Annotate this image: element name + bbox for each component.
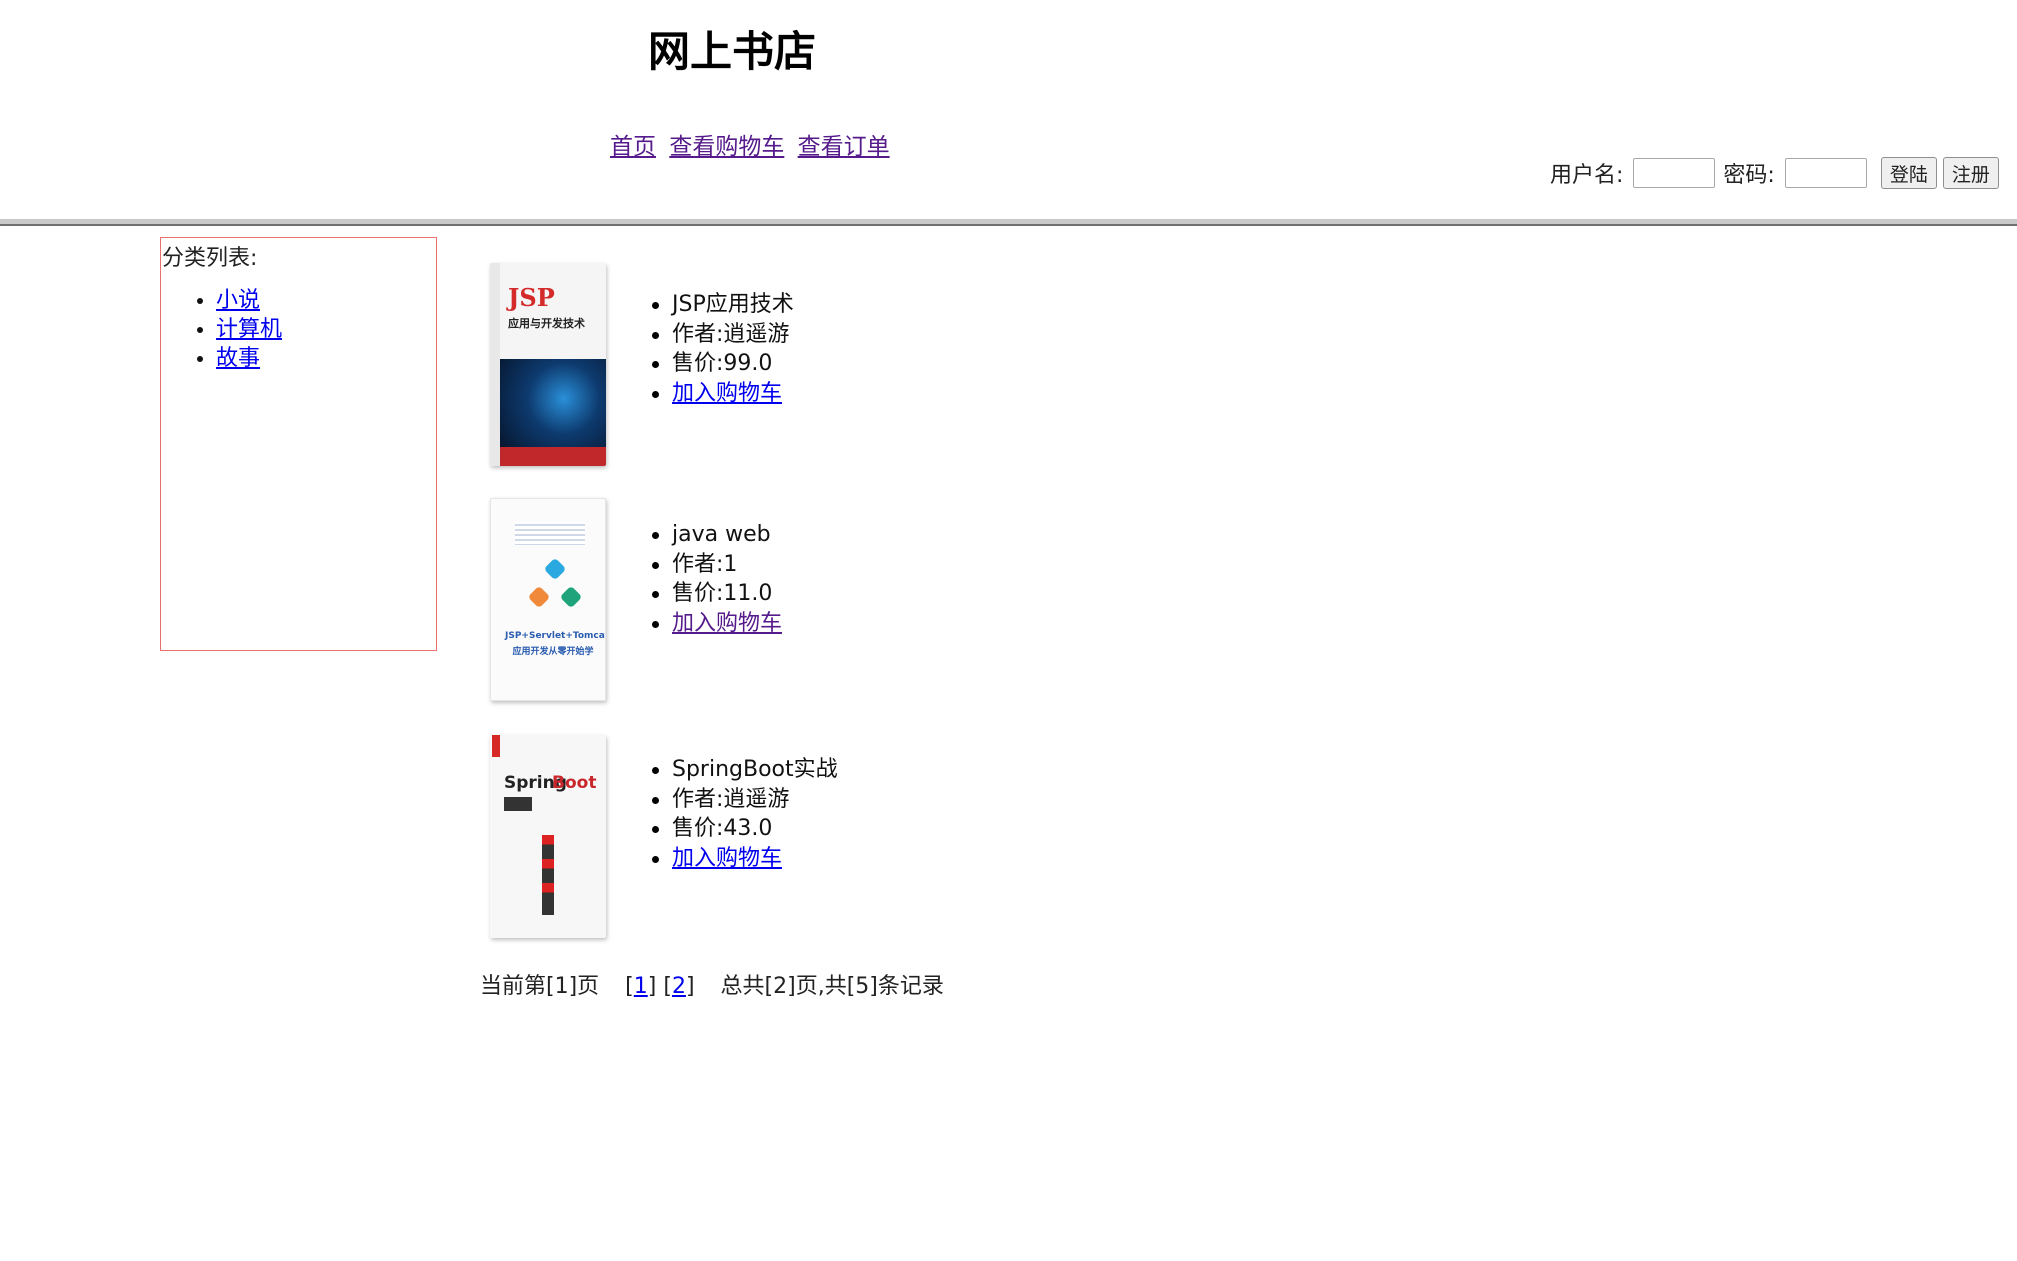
login-form: 用户名: 密码: 登陆 注册 — [1550, 156, 1999, 190]
book-name: SpringBoot实战 — [652, 755, 838, 785]
page-link-1[interactable]: 1 — [634, 974, 648, 999]
category-sidebar: 分类列表: 小说 计算机 故事 — [160, 237, 437, 651]
password-label: 密码: — [1723, 163, 1775, 188]
book-author: 作者:逍遥游 — [652, 785, 838, 815]
cover-title: JSP+Servlet+Tomcat — [505, 631, 606, 641]
add-to-cart-link[interactable]: 加入购物车 — [672, 381, 782, 406]
category-item: 小说 — [216, 286, 282, 315]
category-list-title: 分类列表: — [162, 246, 258, 271]
top-nav: 首页 查看购物车 查看订单 — [610, 127, 896, 161]
header-divider — [0, 219, 2017, 226]
book-cart-item: 加入购物车 — [652, 379, 794, 409]
site-title: 网上书店 — [648, 27, 817, 76]
book-author: 作者:逍遥游 — [652, 320, 794, 350]
page-link-2[interactable]: 2 — [672, 974, 686, 999]
category-link-story[interactable]: 故事 — [216, 346, 260, 371]
category-item: 故事 — [216, 344, 282, 373]
book-price: 售价:11.0 — [651, 579, 782, 609]
nav-view-orders-link[interactable]: 查看订单 — [798, 134, 890, 160]
book-cart-item: 加入购物车 — [652, 844, 838, 874]
nav-home-link[interactable]: 首页 — [610, 134, 656, 160]
book-name: JSP应用技术 — [652, 290, 794, 320]
password-input[interactable] — [1784, 158, 1867, 188]
cover-title: JSP — [508, 283, 555, 312]
book-details: java web 作者:1 售价:11.0 加入购物车 — [651, 520, 782, 639]
book-cart-item: 加入购物车 — [651, 609, 782, 639]
book-cover-image: JSP+Servlet+Tomcat 应用开发从零开始学 — [490, 498, 606, 701]
category-link-novel[interactable]: 小说 — [216, 288, 260, 313]
category-link-computer[interactable]: 计算机 — [216, 317, 282, 342]
cover-subtitle: 应用开发从零开始学 — [512, 647, 594, 657]
add-to-cart-link[interactable]: 加入购物车 — [672, 611, 782, 636]
pagination-summary: 总共[2]页,共[5]条记录 — [720, 974, 944, 999]
book-price: 售价:99.0 — [652, 349, 794, 379]
add-to-cart-link[interactable]: 加入购物车 — [672, 846, 782, 871]
current-page-text: 当前第[1]页 — [480, 974, 600, 999]
category-item: 计算机 — [216, 315, 282, 344]
book-cover-image: Spring Boot — [490, 735, 606, 938]
nav-view-cart-link[interactable]: 查看购物车 — [669, 134, 784, 160]
username-input[interactable] — [1633, 158, 1716, 188]
book-author: 作者:1 — [651, 550, 782, 580]
pagination: 当前第[1]页 [1] [2] 总共[2]页,共[5]条记录 — [480, 974, 944, 999]
cover-subtitle: 应用与开发技术 — [508, 317, 585, 330]
book-name: java web — [651, 520, 782, 550]
register-button[interactable]: 注册 — [1942, 157, 1999, 189]
book-details: JSP应用技术 作者:逍遥游 售价:99.0 加入购物车 — [652, 290, 794, 409]
book-price: 售价:43.0 — [652, 814, 838, 844]
login-button[interactable]: 登陆 — [1880, 157, 1937, 189]
book-cover-image: JSP 应用与开发技术 — [490, 263, 606, 466]
book-details: SpringBoot实战 作者:逍遥游 售价:43.0 加入购物车 — [652, 755, 838, 874]
username-label: 用户名: — [1550, 163, 1624, 188]
category-list: 小说 计算机 故事 — [161, 286, 282, 373]
